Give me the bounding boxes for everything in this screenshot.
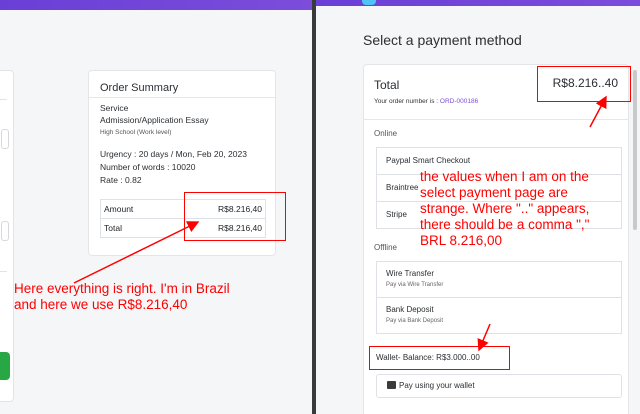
payment-option-label: Stripe	[386, 210, 407, 219]
order-number: ORD-000186	[439, 98, 479, 105]
payment-option-label: Paypal Smart Checkout	[386, 156, 471, 165]
annotation-line: Here everything is right. I'm in Brazil	[14, 281, 230, 296]
order-number-label: Your order number is :	[374, 98, 439, 105]
offline-options-list: Wire Transfer Pay via Wire Transfer Bank…	[376, 261, 622, 334]
wallet-icon	[387, 381, 396, 389]
payment-option-label: Wire Transfer	[386, 269, 435, 278]
service-name: Admission/Application Essay	[100, 115, 209, 125]
service-label: Service	[100, 103, 129, 113]
pay-with-wallet-button[interactable]: Pay using your wallet	[376, 374, 622, 398]
annotation-box-right-total	[537, 66, 631, 102]
pay-with-wallet-label: Pay using your wallet	[399, 381, 475, 390]
payment-option-description: Pay via Bank Deposit	[386, 318, 444, 324]
annotation-line: strange. Where ".." appears,	[420, 201, 590, 216]
academic-level: High School (Work level)	[100, 129, 172, 136]
payment-option-label: Bank Deposit	[386, 305, 434, 314]
rate-text: Rate : 0.82	[100, 175, 142, 185]
submit-button-partial[interactable]	[0, 352, 10, 380]
divider	[0, 271, 7, 272]
amount-label: Amount	[104, 204, 134, 214]
form-field-partial[interactable]	[1, 221, 9, 241]
divider	[364, 119, 628, 120]
total-label: Total	[104, 223, 122, 233]
annotation-line: there should be a comma ","	[420, 217, 590, 232]
order-summary-title: Order Summary	[100, 82, 179, 94]
annotation-line: and here we use R$8.216,40	[14, 297, 188, 312]
annotation-line: select payment page are	[420, 185, 568, 200]
offline-section-label: Offline	[374, 243, 397, 252]
order-number-line: Your order number is : ORD-000186	[374, 98, 478, 105]
payment-option-description: Pay via Wire Transfer	[386, 282, 444, 288]
page-title: Select a payment method	[363, 32, 522, 48]
divider	[0, 99, 7, 100]
total-label: Total	[374, 78, 400, 92]
header-bar	[0, 0, 312, 10]
annotation-note-left: Here everything is right. I'm in Brazil …	[14, 281, 230, 313]
payment-option-bank-deposit[interactable]: Bank Deposit Pay via Bank Deposit	[377, 298, 621, 333]
annotation-line: the values when I am on the	[420, 169, 589, 184]
word-count-text: Number of words : 10020	[100, 162, 196, 172]
annotation-box-left-total	[184, 192, 286, 241]
annotation-box-wallet-balance	[369, 346, 510, 370]
annotation-note-right: the values when I am on the select payme…	[420, 169, 589, 249]
urgency-text: Urgency : 20 days / Mon, Feb 20, 2023	[100, 149, 247, 159]
payment-option-label: Braintree	[386, 183, 419, 192]
logo-icon	[362, 0, 376, 5]
scrollbar[interactable]	[633, 70, 637, 230]
online-section-label: Online	[374, 129, 398, 138]
divider	[89, 97, 275, 98]
annotation-line: BRL 8.216,00	[420, 233, 503, 248]
payment-option-wire-transfer[interactable]: Wire Transfer Pay via Wire Transfer	[377, 262, 621, 298]
form-field-partial[interactable]	[1, 129, 9, 149]
